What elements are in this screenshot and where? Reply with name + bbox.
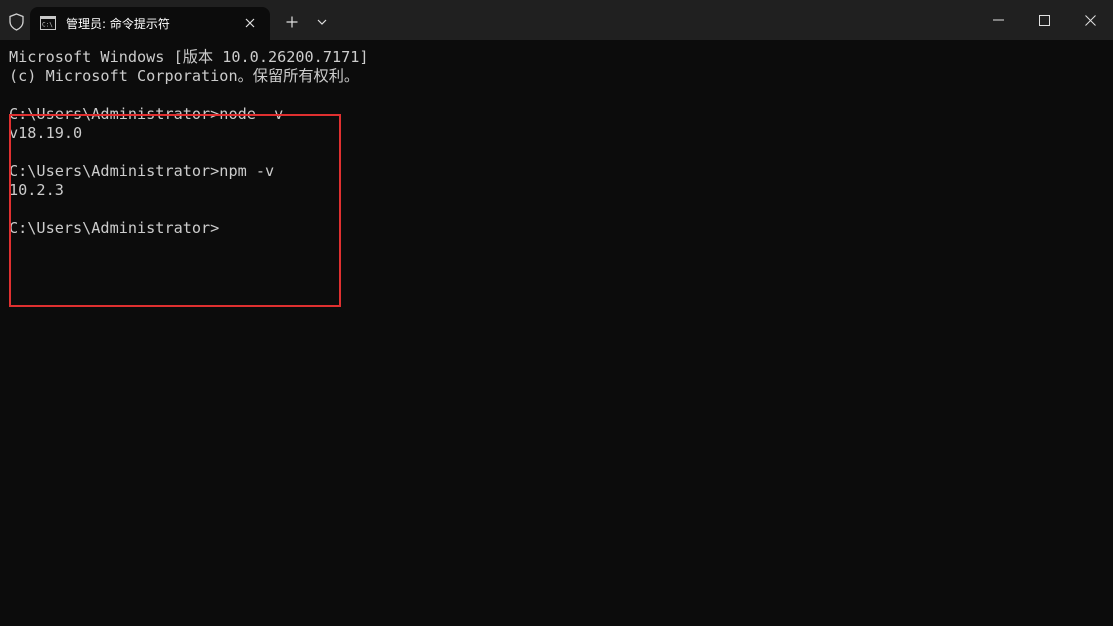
new-tab-button[interactable]	[280, 11, 304, 33]
terminal-line: Microsoft Windows [版本 10.0.26200.7171]	[9, 48, 369, 66]
chevron-down-icon	[317, 19, 327, 25]
close-icon	[245, 18, 255, 28]
tab-title: 管理员: 命令提示符	[66, 17, 170, 31]
minimize-button[interactable]	[975, 0, 1021, 40]
profile-dropdown-button[interactable]	[310, 11, 334, 33]
cmd-icon: C:\	[40, 16, 56, 30]
tab-close-button[interactable]	[238, 12, 262, 34]
close-button[interactable]	[1067, 0, 1113, 40]
close-icon	[1084, 14, 1096, 26]
terminal-line: C:\Users\Administrator>node -v	[9, 105, 284, 123]
terminal-line: (c) Microsoft Corporation。保留所有权利。	[9, 67, 360, 85]
terminal-line: 10.2.3	[9, 181, 64, 199]
minimize-icon	[992, 19, 1004, 21]
maximize-button[interactable]	[1021, 0, 1067, 40]
plus-icon	[286, 16, 298, 28]
terminal-window: C:\ 管理员: 命令提示符 Microsoft Windows [版本 10.…	[0, 0, 1113, 626]
svg-text:C:\: C:\	[42, 22, 53, 29]
title-bar: C:\ 管理员: 命令提示符	[0, 0, 1113, 40]
terminal-output[interactable]: Microsoft Windows [版本 10.0.26200.7171] (…	[0, 40, 1113, 626]
shield-icon	[8, 13, 25, 31]
terminal-prompt: C:\Users\Administrator>	[9, 219, 220, 237]
tab-command-prompt[interactable]: C:\ 管理员: 命令提示符	[30, 7, 270, 40]
terminal-line: C:\Users\Administrator>npm -v	[9, 162, 275, 180]
terminal-line: v18.19.0	[9, 124, 83, 142]
maximize-icon	[1038, 14, 1050, 26]
